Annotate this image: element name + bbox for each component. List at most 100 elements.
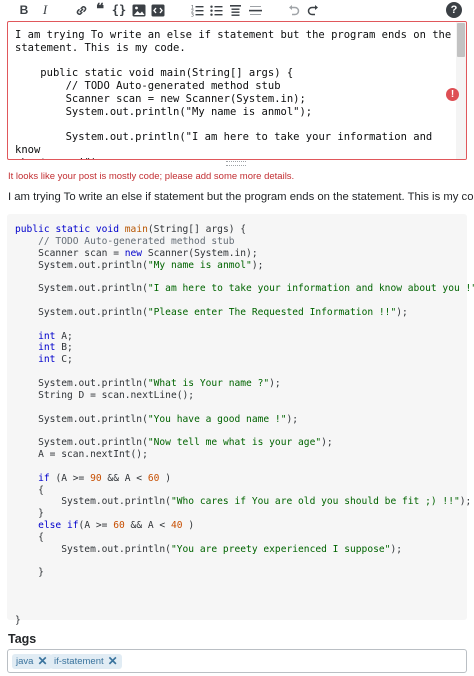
editor-resize-grip[interactable] — [226, 161, 246, 166]
blockquote-button[interactable]: ❝ — [92, 2, 108, 18]
code-token: "What is Your name ?" — [147, 377, 270, 389]
remove-tag-icon[interactable]: ✕ — [108, 654, 118, 669]
code-token: ); — [390, 543, 403, 555]
code-token: main — [124, 224, 148, 235]
snippet-button[interactable] — [150, 2, 166, 18]
code-token: "Now tell me what is your age" — [147, 437, 322, 449]
code-token: "Who cares if You are old you should be … — [170, 496, 460, 508]
editor-toolbar: B I ❝ {} 123 ? — [0, 0, 474, 20]
redo-button[interactable] — [305, 2, 321, 18]
body-editor[interactable]: I am trying To write an else if statemen… — [7, 21, 467, 160]
preview-code: public static void main(String[] args) {… — [15, 224, 474, 627]
code-token: (A >= — [55, 472, 91, 484]
code-token: ); — [396, 306, 408, 318]
bulleted-list-button[interactable] — [208, 2, 224, 18]
code-token: System.out.println( — [15, 283, 148, 295]
horizontal-rule-button[interactable] — [247, 2, 263, 18]
code-line: { — [15, 485, 474, 497]
code-token: "I am here to take your information and … — [147, 283, 474, 295]
code-token: int — [15, 330, 62, 342]
code-button[interactable]: {} — [111, 2, 127, 18]
editor-line: // TODO Auto-generated method stub — [15, 80, 281, 93]
heading-icon — [229, 4, 241, 16]
editor-line: about you !"); — [15, 157, 453, 159]
code-token: // TODO Auto-generated method stub — [15, 235, 235, 247]
code-line: int C; — [15, 354, 474, 366]
code-token: "You are preety experienced I suppose" — [170, 543, 391, 555]
link-button[interactable] — [73, 2, 89, 18]
editor-line: I am trying To write an else if statemen… — [15, 29, 452, 41]
code-line: } — [15, 615, 474, 627]
undo-button[interactable] — [285, 2, 301, 18]
code-line: System.out.println("Who cares if You are… — [15, 496, 474, 508]
svg-text:3: 3 — [191, 12, 194, 17]
italic-button[interactable]: I — [37, 2, 53, 18]
bulleted-list-icon — [209, 5, 222, 16]
code-token: else if — [15, 520, 79, 532]
code-line: public static void main(String[] args) { — [15, 224, 474, 236]
code-token: 60 — [147, 472, 160, 484]
code-token: int — [15, 342, 62, 354]
horizontal-rule-icon — [248, 5, 262, 15]
code-token: Scanner scan = — [15, 247, 125, 259]
code-token: ); — [251, 259, 264, 271]
numbered-list-button[interactable]: 123 — [189, 2, 205, 18]
code-line: String D = scan.nextLine(); — [15, 390, 474, 402]
code-token: System.out.println( — [15, 413, 148, 425]
code-line: if (A >= 90 && A < 60 ) — [15, 473, 474, 485]
editor-line: System.out.println("My name is anmol"); — [15, 105, 313, 118]
code-line: System.out.println("My name is anmol"); — [15, 260, 474, 272]
editor-textarea[interactable]: I am trying To write an else if statemen… — [15, 29, 453, 159]
code-token: C; — [61, 354, 73, 366]
code-token: (A >= — [78, 520, 114, 532]
tags-input[interactable]: java ✕ if-statement ✕ — [7, 649, 467, 673]
code-token: Scanner(System.in); — [147, 247, 258, 259]
code-token: public — [15, 224, 56, 235]
code-token: ) — [159, 472, 171, 484]
code-token: A = scan.nextInt(); — [15, 449, 148, 461]
code-line: System.out.println("I am here to take yo… — [15, 283, 474, 295]
code-token: void — [95, 224, 125, 235]
editor-scrollbar-thumb[interactable] — [457, 23, 465, 57]
undo-icon — [288, 4, 299, 15]
code-token: ); — [459, 496, 472, 508]
code-line: // TODO Auto-generated method stub — [15, 236, 474, 248]
code-token: { — [15, 484, 44, 496]
redo-icon — [307, 4, 318, 15]
code-line: } — [15, 567, 474, 579]
code-token: System.out.println( — [15, 543, 171, 555]
code-token: && A < — [101, 472, 148, 484]
preview-code-block: public static void main(String[] args) {… — [7, 214, 474, 626]
numbered-list-icon: 123 — [191, 4, 203, 17]
link-icon — [76, 5, 86, 15]
code-token: int — [15, 354, 62, 366]
bold-button[interactable]: B — [16, 2, 32, 18]
tags-label: Tags — [8, 632, 37, 646]
heading-button[interactable] — [227, 2, 243, 18]
code-token: "You have a good name !" — [147, 413, 287, 425]
tag-if-statement[interactable]: if-statement ✕ — [50, 654, 122, 669]
help-icon[interactable]: ? — [446, 2, 462, 18]
code-token: static — [55, 224, 96, 235]
code-line: System.out.println("What is Your name ?"… — [15, 378, 474, 390]
code-token: if — [15, 472, 56, 484]
code-token: System.out.println( — [15, 306, 148, 318]
code-line: { — [15, 532, 474, 544]
code-token: ) — [182, 520, 195, 532]
code-token: 60 — [113, 520, 125, 532]
editor-line: public static void main(String[] args) { — [15, 67, 294, 80]
image-button[interactable] — [131, 2, 147, 18]
code-token: } — [15, 614, 21, 626]
tag-java[interactable]: java ✕ — [12, 654, 52, 669]
code-token: A; — [61, 330, 73, 342]
code-token: System.out.println( — [15, 496, 171, 508]
mostly-code-warning: It looks like your post is mostly code; … — [8, 171, 295, 182]
remove-tag-icon[interactable]: ✕ — [37, 654, 47, 669]
